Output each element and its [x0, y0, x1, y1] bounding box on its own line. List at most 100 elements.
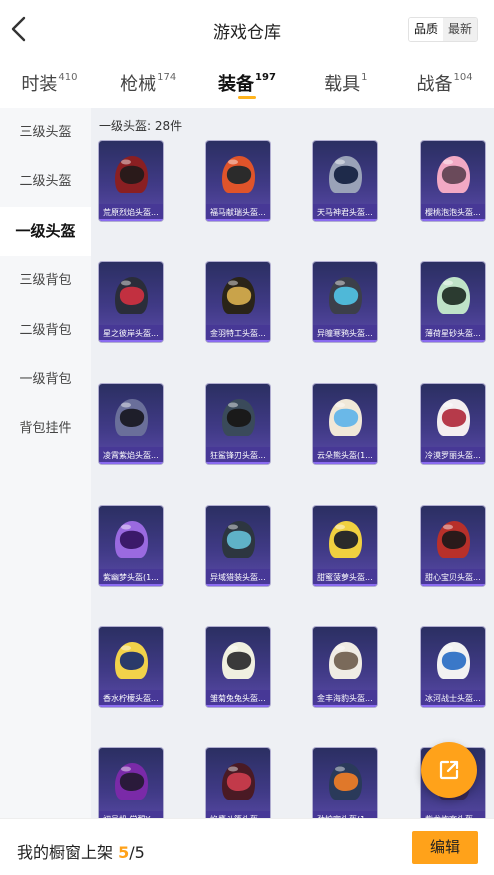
helmet-icon — [115, 642, 148, 679]
sidebar-item-5[interactable]: 一级背包 — [0, 354, 91, 405]
tab-count: 197 — [255, 72, 276, 83]
helmet-item-card[interactable]: 金羽特工头盔... — [206, 262, 270, 342]
tab-count: 174 — [157, 72, 177, 83]
helmet-item-card[interactable]: 甜蜜菠萝头盔... — [313, 506, 377, 586]
helmet-item-card[interactable]: 异瞳寒鸦头盔... — [313, 262, 377, 342]
rarity-bar — [99, 584, 163, 586]
helmet-icon — [329, 277, 362, 314]
rarity-bar — [313, 584, 377, 586]
helmet-item-card[interactable]: 福马献瑞头盔... — [206, 141, 270, 221]
sidebar-item-1[interactable]: 二级头盔 — [0, 157, 91, 207]
section-title: 一级头盔: 28件 — [99, 119, 183, 133]
helmet-item-name: 紫龙炮客头盔... — [421, 811, 485, 818]
tab-2[interactable]: 装备197 — [198, 58, 297, 108]
helmet-item-card[interactable]: 薄荷星砂头盔... — [421, 262, 485, 342]
helmet-icon — [222, 521, 255, 558]
helmet-icon — [115, 763, 148, 800]
helmet-item-name: 初号机 觉醒Y... — [99, 811, 163, 818]
tab-label: 载具 — [324, 74, 361, 95]
rarity-bar — [421, 584, 485, 586]
category-tabs: 时装410 枪械174 装备197 载具1 战备104 — [0, 58, 494, 108]
sidebar-item-2[interactable]: 一级头盔 — [0, 206, 91, 257]
tab-label: 时装 — [21, 74, 58, 95]
sort-toggle[interactable]: 品质 最新 — [407, 17, 478, 42]
rarity-bar — [313, 340, 377, 342]
helmet-item-card[interactable]: 初号机 觉醒Y... — [99, 748, 163, 818]
helmet-item-card[interactable]: 天马神君头盔... — [313, 141, 377, 221]
helmet-icon — [329, 763, 362, 800]
helmet-icon — [329, 642, 362, 679]
rarity-bar — [313, 462, 377, 464]
helmet-item-card[interactable]: 荒原烈焰头盔... — [99, 141, 163, 221]
tab-4[interactable]: 战备104 — [395, 58, 494, 108]
rarity-bar — [421, 462, 485, 464]
showcase-status: 我的橱窗上架 5/5 — [17, 839, 145, 863]
helmet-icon — [329, 521, 362, 558]
rarity-bar — [99, 705, 163, 707]
rarity-bar — [206, 340, 270, 342]
helmet-item-card[interactable]: 紫幽梦头盔(1... — [99, 506, 163, 586]
helmet-item-card[interactable]: 劲拍宇头盔(1... — [313, 748, 377, 818]
rarity-bar — [421, 340, 485, 342]
helmet-item-card[interactable]: 雏菊兔兔头盔... — [206, 627, 270, 707]
showcase-bar: 我的橱窗上架 5/5 编辑 — [0, 818, 494, 875]
helmet-item-card[interactable]: 星之彼岸头盔... — [99, 262, 163, 342]
edit-button[interactable]: 编辑 — [412, 831, 478, 864]
helmet-item-card[interactable]: 金丰海豹头盔... — [313, 627, 377, 707]
sidebar: 三级头盔 二级头盔 一级头盔 三级背包 二级背包 一级背包 背包挂件 — [0, 108, 91, 854]
rarity-bar — [206, 462, 270, 464]
tab-1[interactable]: 枪械174 — [99, 58, 198, 108]
item-grid: 一级头盔: 28件 荒原烈焰头盔... 福马献瑞头盔... 天马神君头盔... 樱桃泡… — [91, 108, 494, 818]
helmet-item-card[interactable]: 狂鲨锋刃头盔... — [206, 384, 270, 464]
tab-count: 410 — [58, 72, 78, 83]
tab-label: 战备 — [416, 74, 453, 95]
sort-option-newest[interactable]: 最新 — [442, 18, 477, 41]
helmet-item-card[interactable]: 异域猎装头盔... — [206, 506, 270, 586]
helmet-item-card[interactable]: 冰河战士头盔... — [421, 627, 485, 707]
showcase-total: /5 — [129, 843, 145, 862]
rarity-bar — [421, 219, 485, 221]
tab-label: 枪械 — [120, 74, 157, 95]
helmet-icon — [222, 399, 255, 436]
helmet-item-name: 焰鹰斗篷头盔... — [206, 811, 270, 818]
sidebar-item-0[interactable]: 三级头盔 — [0, 108, 91, 158]
sidebar-item-3[interactable]: 三级背包 — [0, 256, 91, 306]
sidebar-item-6[interactable]: 背包挂件 — [0, 404, 91, 454]
helmet-icon — [222, 156, 255, 193]
helmet-item-card[interactable]: 焰鹰斗篷头盔... — [206, 748, 270, 818]
helmet-item-name: 劲拍宇头盔(1... — [313, 811, 377, 818]
showcase-label: 我的橱窗上架 — [17, 843, 119, 862]
rarity-bar — [99, 219, 163, 221]
helmet-icon — [329, 399, 362, 436]
tab-3[interactable]: 载具1 — [296, 58, 395, 108]
helmet-icon — [437, 156, 470, 193]
rarity-bar — [206, 584, 270, 586]
active-tab-indicator — [237, 96, 256, 99]
share-external-icon — [439, 760, 459, 780]
helmet-icon — [437, 521, 470, 558]
helmet-icon — [437, 642, 470, 679]
share-fab-button[interactable] — [421, 742, 477, 798]
tab-count: 104 — [453, 72, 473, 83]
helmet-item-card[interactable]: 冷漠罗丽头盔... — [421, 384, 485, 464]
sort-option-quality[interactable]: 品质 — [408, 18, 443, 41]
helmet-item-card[interactable]: 樱桃泡泡头盔... — [421, 141, 485, 221]
header-bar: 游戏仓库 品质 最新 — [0, 0, 494, 58]
helmet-icon — [222, 763, 255, 800]
rarity-bar — [313, 219, 377, 221]
rarity-bar — [99, 462, 163, 464]
sidebar-filler — [0, 453, 91, 854]
sidebar-item-4[interactable]: 二级背包 — [0, 305, 91, 355]
helmet-icon — [329, 156, 362, 193]
helmet-item-card[interactable]: 云朵熊头盔(1... — [313, 384, 377, 464]
helmet-item-card[interactable]: 甜心宝贝头盔... — [421, 506, 485, 586]
helmet-icon — [115, 521, 148, 558]
helmet-item-card[interactable]: 凌霄紫焰头盔... — [99, 384, 163, 464]
showcase-count: 5 — [118, 843, 130, 862]
tab-0[interactable]: 时装410 — [0, 58, 99, 108]
helmet-icon — [222, 642, 255, 679]
helmet-item-card[interactable]: 香水柠檬头盔... — [99, 627, 163, 707]
helmet-icon — [115, 399, 148, 436]
tab-count: 1 — [361, 72, 368, 83]
rarity-bar — [421, 705, 485, 707]
